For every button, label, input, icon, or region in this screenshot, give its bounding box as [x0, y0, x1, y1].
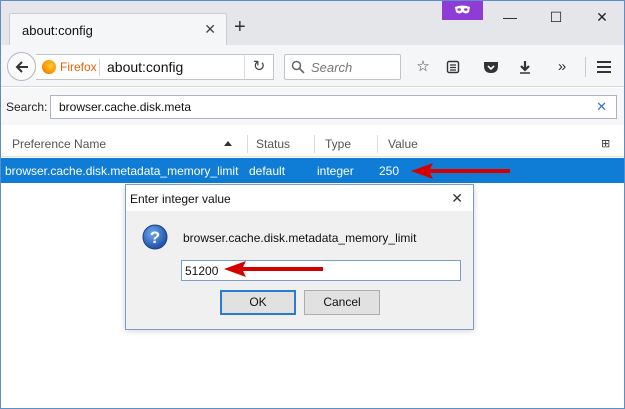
search-bar[interactable]: Search	[284, 54, 401, 80]
identity-label: Firefox	[60, 60, 97, 74]
annotation-arrow-input	[224, 261, 323, 277]
table-row-selected[interactable]: browser.cache.disk.metadata_memory_limit…	[1, 158, 624, 183]
column-separator[interactable]	[247, 135, 248, 153]
close-window-button[interactable]: ✕	[579, 5, 625, 29]
ok-button[interactable]: OK	[220, 290, 296, 315]
config-search-input[interactable]	[59, 99, 579, 115]
url-bar[interactable]: Firefox about:config	[36, 54, 274, 80]
url-text[interactable]: about:config	[107, 59, 183, 75]
search-placeholder: Search	[311, 60, 353, 75]
column-header-status[interactable]: Status	[256, 137, 290, 151]
dialog-message: browser.cache.disk.metadata_memory_limit	[183, 231, 417, 245]
url-separator	[99, 59, 100, 76]
bookmark-star-icon[interactable]: ☆	[412, 56, 434, 78]
reader-list-icon[interactable]	[442, 56, 464, 78]
dialog-titlebar: Enter integer value ✕	[126, 185, 473, 211]
back-button[interactable]	[7, 52, 36, 81]
annotation-arrow-value	[411, 163, 510, 179]
column-picker-icon[interactable]: ⊞	[601, 137, 610, 150]
tab-title: about:config	[22, 23, 93, 38]
tab-strip: about:config ✕ + — ☐ ✕	[1, 1, 625, 46]
browser-window: about:config ✕ + — ☐ ✕ Firefox about:con…	[0, 0, 625, 409]
question-icon: ?	[142, 224, 168, 250]
cancel-button[interactable]: Cancel	[304, 290, 380, 315]
config-search-label: Search:	[6, 100, 48, 114]
column-separator[interactable]	[377, 135, 378, 153]
hamburger-menu-icon[interactable]	[593, 56, 615, 78]
integer-input-dialog: Enter integer value ✕ ? browser.cache.di…	[125, 184, 474, 330]
pocket-icon[interactable]	[480, 56, 502, 78]
new-tab-button[interactable]: +	[234, 17, 246, 37]
svg-text:?: ?	[150, 228, 160, 247]
sort-ascending-icon	[224, 141, 232, 146]
overflow-chevrons-icon[interactable]: »	[551, 56, 573, 78]
dialog-title: Enter integer value	[130, 192, 231, 206]
reload-icon: ↻	[252, 58, 266, 75]
column-header-name[interactable]: Preference Name	[12, 137, 106, 151]
back-arrow-icon	[15, 61, 28, 73]
nav-bar: Firefox about:config ↻ Search ☆ »	[1, 45, 624, 87]
column-header-type[interactable]: Type	[325, 137, 351, 151]
download-icon[interactable]	[514, 56, 536, 78]
clear-search-icon[interactable]: ✕	[596, 99, 607, 115]
pref-name-cell: browser.cache.disk.metadata_memory_limit	[5, 164, 239, 178]
dialog-close-icon[interactable]: ✕	[451, 190, 463, 207]
minimize-button[interactable]: —	[487, 5, 533, 29]
pref-status-cell: default	[249, 164, 286, 178]
column-separator[interactable]	[314, 135, 315, 153]
pref-type-cell: integer	[317, 164, 354, 178]
column-header-value[interactable]: Value	[388, 137, 418, 151]
table-header: Preference Name Status Type Value ⊞	[1, 132, 624, 157]
maximize-button[interactable]: ☐	[533, 5, 579, 29]
config-search-row: Search: ✕	[1, 88, 624, 125]
tab-about-config[interactable]: about:config ✕	[9, 13, 227, 46]
config-search-field[interactable]: ✕	[50, 95, 617, 119]
tab-close-icon[interactable]: ✕	[204, 21, 216, 38]
private-mask-icon	[442, 1, 483, 20]
toolbar-separator	[585, 57, 586, 77]
search-icon	[291, 60, 305, 74]
reload-button[interactable]: ↻	[244, 54, 274, 80]
firefox-logo-icon	[42, 60, 56, 74]
pref-value-cell: 250	[379, 164, 400, 178]
